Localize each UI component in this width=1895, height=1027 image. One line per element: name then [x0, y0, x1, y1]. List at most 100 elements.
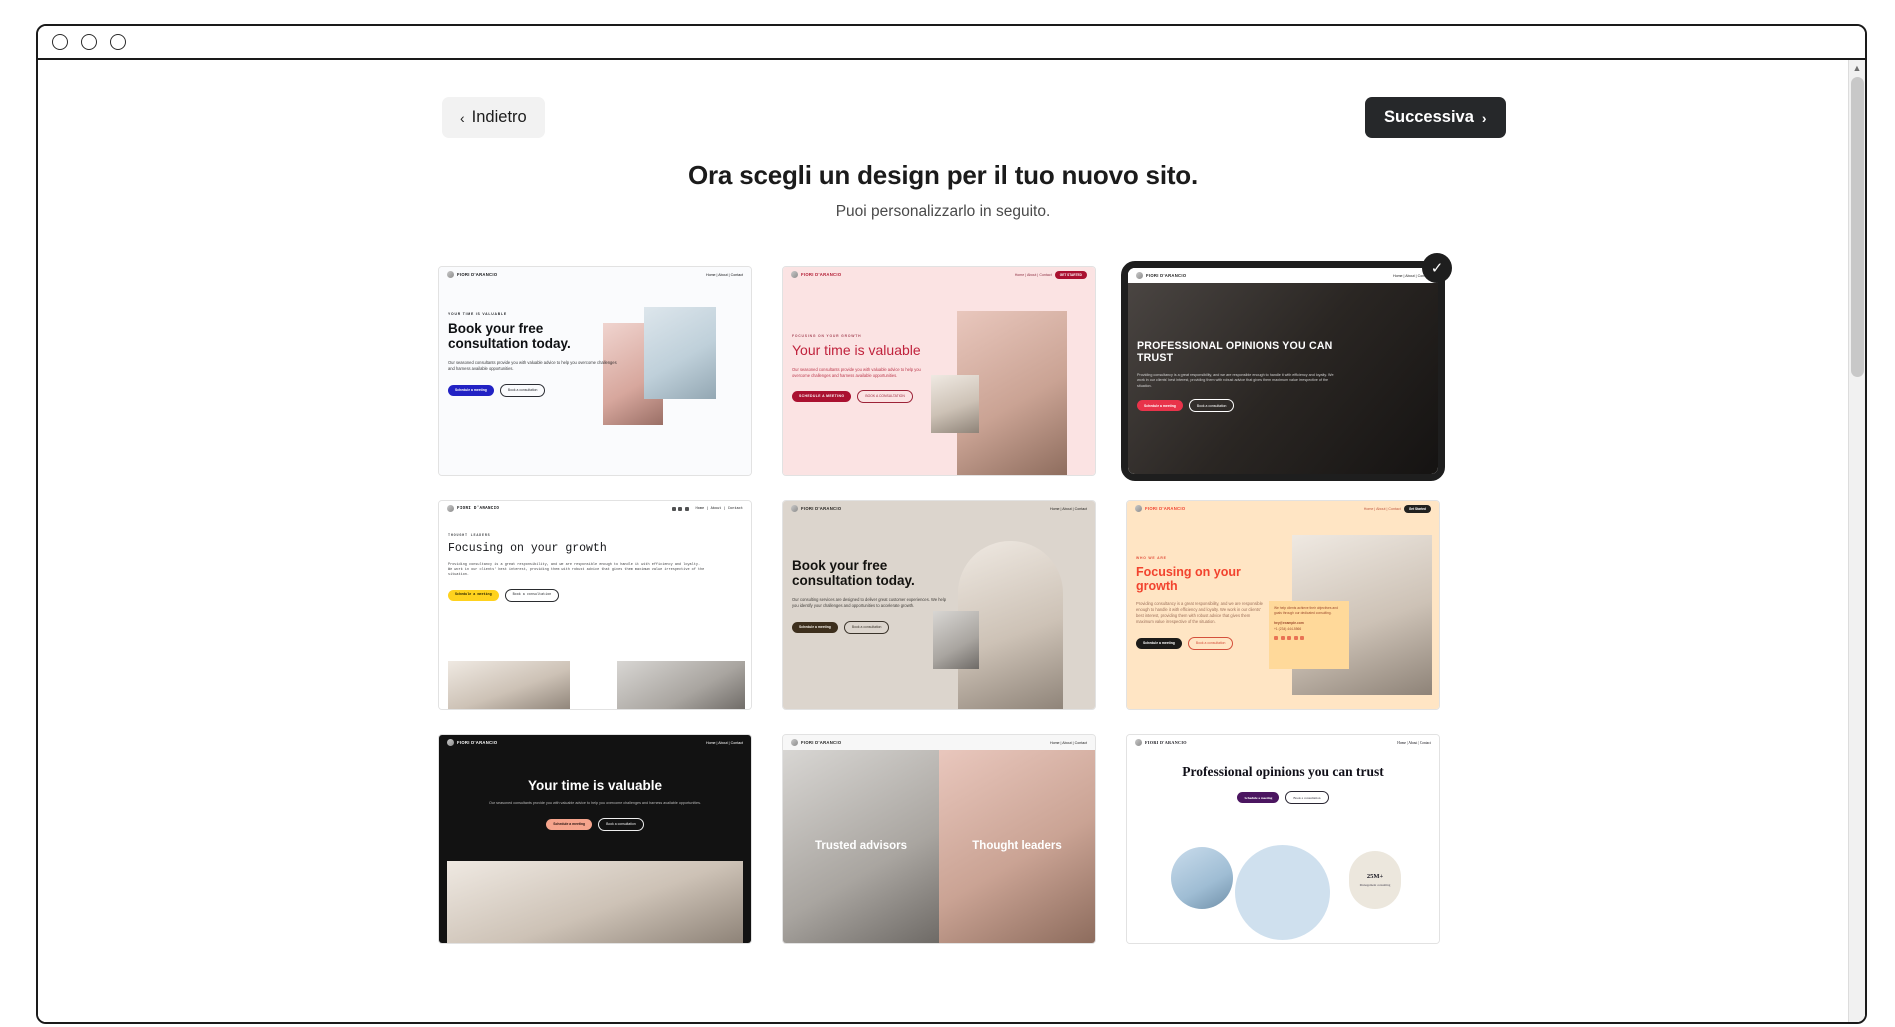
linkedin-icon[interactable] [671, 506, 676, 511]
brand-name: FIORI D'ARANCIO [801, 506, 842, 511]
mini-site: FIORI D'ARANCIO Home | About | Contact P… [1127, 735, 1439, 943]
site-nav-links: Home | About | Contact [705, 740, 743, 745]
hero-photo [1171, 847, 1233, 909]
cta-secondary-button[interactable]: Book a consultation [1188, 399, 1235, 413]
close-dot[interactable] [52, 34, 68, 50]
mini-site-hero: Your time is valuable Our seasoned consu… [439, 750, 751, 831]
cta-primary-button[interactable]: Schedule a meeting [1136, 637, 1182, 649]
template-card[interactable]: FIORI D'ARANCIO Home | About | Contact G… [782, 266, 1096, 476]
get-started-button[interactable]: GET STARTED [1054, 270, 1087, 279]
twitter-icon[interactable] [1280, 635, 1285, 640]
template-preview[interactable]: FIORI D'ARANCIO Home | About | Contact Y… [438, 734, 752, 944]
template-preview[interactable]: FIORI D'ARANCIO Home | About | Contact P… [1126, 734, 1440, 944]
mini-site-hero: WHO WE ARE Focusing on your growth Provi… [1127, 516, 1277, 650]
decor-circle [1235, 845, 1330, 940]
hero-cta-row: Schedule a meeting Book a consultation [1134, 791, 1432, 805]
template-preview[interactable]: FIORI D'ARANCIO Home | About | Contact Y… [438, 266, 752, 476]
cta-secondary-button[interactable]: Book a consultation [504, 588, 560, 602]
mini-site-hero: Book your free consultation today. Our c… [783, 516, 958, 634]
brand-logo-icon [1135, 739, 1142, 746]
mini-site-hero: Professional opinions you can trust Sche… [1127, 750, 1439, 805]
cta-secondary-button[interactable]: Book a consultation [598, 817, 644, 831]
back-button[interactable]: ‹ Indietro [442, 97, 545, 138]
instagram-icon[interactable] [1287, 635, 1291, 640]
mini-site: FIORI D'ARANCIO Home | About | Contact G… [1127, 501, 1439, 709]
brand-name: FIORI D'ARANCIO [457, 740, 498, 745]
hero-body: Providing consultancy is a great respons… [1137, 372, 1334, 388]
template-card[interactable]: FIORI D'ARANCIO Home | About | Contact B… [782, 500, 1096, 710]
mini-site-nav: FIORI D'ARANCIO Home | About | Contact [439, 501, 751, 516]
scrollbar-thumb[interactable] [1851, 77, 1864, 377]
footer-photo-right [617, 661, 745, 709]
brand-logo-icon [1135, 505, 1142, 512]
cta-primary-button[interactable]: Schedule a meeting [448, 589, 499, 601]
contact-card-email[interactable]: hey@example.com [1274, 621, 1344, 625]
template-card-selected[interactable]: ✓ FIORI D'ARANCIO Home | About | Contact [1121, 253, 1452, 481]
stat-value: 25M+ [1366, 872, 1384, 880]
next-button[interactable]: Successiva › [1365, 97, 1506, 138]
hero-body: Our seasoned consultants provide you wit… [489, 801, 701, 806]
vertical-scrollbar[interactable]: ▲ [1848, 60, 1865, 1022]
site-nav-links: Home | About | Contact [1397, 740, 1431, 745]
cta-secondary-button[interactable]: Book a consultation [843, 620, 890, 634]
browser-titlebar [38, 26, 1865, 60]
brand-name: FIORI D'ARANCIO [1145, 506, 1186, 511]
facebook-icon[interactable] [678, 506, 683, 511]
mini-site-hero: YOUR TIME IS VALUABLE Book your free con… [439, 282, 632, 397]
template-card[interactable]: FIORI D'ARANCIO Home | About | Contact G… [1126, 500, 1440, 710]
hero-eyebrow: THOUGHT LEADERS [448, 534, 491, 538]
minimize-dot[interactable] [81, 34, 97, 50]
cta-primary-button[interactable]: Schedule a meeting [792, 621, 838, 633]
template-preview[interactable]: FIORI D'ARANCIO Home | About | Contact B… [782, 500, 1096, 710]
hero-headline: PROFESSIONAL OPINIONS YOU CAN TRUST [1137, 340, 1333, 364]
get-started-button[interactable]: Get Started [1403, 504, 1431, 513]
cta-secondary-button[interactable]: Book a consultation [499, 383, 546, 397]
template-preview[interactable]: FIORI D'ARANCIO Home | About | Contact G… [1126, 500, 1440, 710]
template-card[interactable]: FIORI D'ARANCIO Home | About | Contact P… [1126, 734, 1440, 944]
hero-cta-row: Schedule a meeting Book a consultation [453, 817, 737, 831]
template-preview[interactable]: FIORI D'ARANCIO Home | About | Contact T… [438, 500, 752, 710]
template-card[interactable]: FIORI D'ARANCIO Home | About | Contact Y… [438, 734, 752, 944]
cta-primary-button[interactable]: SCHEDULE A MEETING [792, 390, 852, 402]
youtube-icon[interactable] [1300, 635, 1304, 640]
social-icons [671, 506, 689, 511]
brand-logo-icon [447, 505, 454, 512]
mini-site: FIORI D'ARANCIO Home | About | Contact Y… [439, 267, 751, 475]
brand-logo-icon [1136, 272, 1143, 279]
template-preview[interactable]: FIORI D'ARANCIO Home | About | Contact T… [782, 734, 1096, 944]
page-title: Ora scegli un design per il tuo nuovo si… [687, 160, 1199, 190]
cta-primary-button[interactable]: Schedule a meeting [546, 818, 593, 830]
linkedin-icon[interactable] [1293, 635, 1298, 640]
template-card[interactable]: FIORI D'ARANCIO Home | About | Contact T… [782, 734, 1096, 944]
template-preview[interactable]: FIORI D'ARANCIO Home | About | Contact P… [1121, 261, 1445, 481]
hero-eyebrow: YOUR TIME IS VALUABLE [448, 312, 507, 316]
site-brand: FIORI D'ARANCIO [447, 271, 497, 278]
contact-card-phone[interactable]: +1 (234) 444-5566 [1274, 627, 1344, 631]
cta-secondary-button[interactable]: Book a consultation [1187, 636, 1234, 650]
browser-viewport: ‹ Indietro Successiva › Ora scegli un de… [38, 60, 1865, 1022]
scroll-up-arrow-icon[interactable]: ▲ [1849, 60, 1865, 76]
cta-primary-button[interactable]: Schedule a meeting [1137, 400, 1183, 412]
hero-body: Providing consultancy is a great respons… [1136, 601, 1263, 625]
footer-photo-left [448, 661, 570, 709]
brand-name: FIORI D'ARANCIO [801, 272, 842, 277]
page-subtitle: Puoi personalizzarlo in seguito. [835, 203, 1051, 220]
cta-secondary-button[interactable]: Book a consultation [1285, 791, 1329, 805]
template-card[interactable]: FIORI D'ARANCIO Home | About | Contact T… [438, 500, 752, 710]
hero-headline: Book your free consultation today. [448, 321, 571, 352]
template-grid: FIORI D'ARANCIO Home | About | Contact Y… [438, 253, 1452, 944]
page-content: ‹ Indietro Successiva › Ora scegli un de… [38, 60, 1848, 1022]
twitter-icon[interactable] [684, 506, 689, 511]
brand-logo-icon [447, 739, 454, 746]
maximize-dot[interactable] [110, 34, 126, 50]
mini-site: FIORI D'ARANCIO Home | About | Contact B… [783, 501, 1095, 709]
template-preview[interactable]: FIORI D'ARANCIO Home | About | Contact G… [782, 266, 1096, 476]
facebook-icon[interactable] [1274, 635, 1278, 640]
hero-body: Our consulting services are designed to … [792, 597, 946, 609]
cta-primary-button[interactable]: Schedule a meeting [1237, 792, 1280, 804]
mini-site-nav: FIORI D'ARANCIO Home | About | Contact [439, 267, 751, 282]
template-card[interactable]: FIORI D'ARANCIO Home | About | Contact Y… [438, 266, 752, 476]
cta-primary-button[interactable]: Schedule a meeting [448, 384, 494, 396]
next-button-label: Successiva [1384, 108, 1474, 126]
cta-secondary-button[interactable]: BOOK A CONSULTATION [857, 389, 913, 403]
